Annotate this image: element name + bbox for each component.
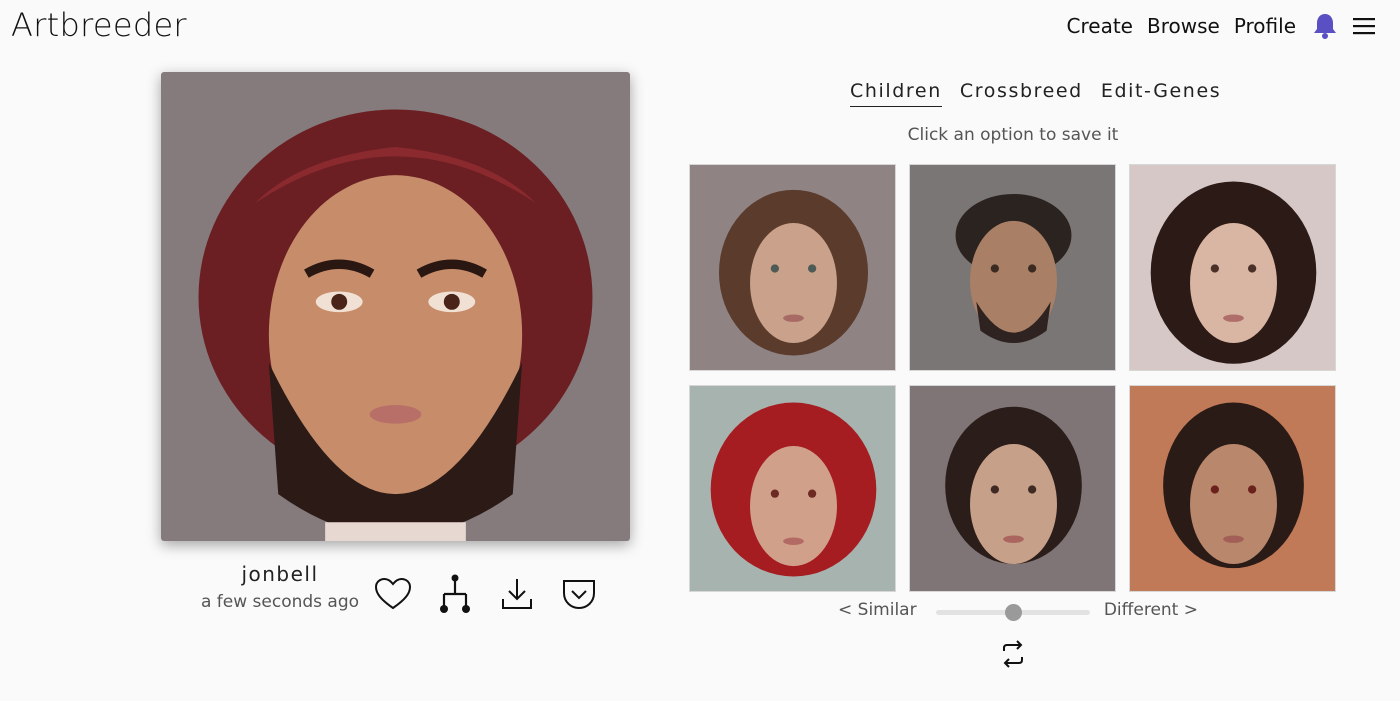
child-option-2[interactable] — [909, 164, 1116, 371]
child-option-5[interactable] — [909, 385, 1116, 592]
variation-slider[interactable] — [936, 604, 1090, 621]
nav-browse-link[interactable]: Browse — [1147, 14, 1220, 38]
child-option-3[interactable] — [1129, 164, 1336, 371]
bell-icon[interactable] — [1312, 12, 1338, 40]
child-option-6[interactable] — [1129, 385, 1336, 592]
top-nav: Create Browse Profile — [1067, 12, 1376, 40]
heart-icon[interactable] — [373, 574, 413, 614]
timestamp: a few seconds ago — [200, 592, 360, 612]
artbreeder-logo[interactable]: Artbreeder — [11, 6, 187, 44]
child-option-4[interactable] — [689, 385, 896, 592]
refresh-icon[interactable] — [999, 640, 1027, 668]
post-actions — [373, 574, 599, 614]
nav-create-link[interactable]: Create — [1067, 14, 1133, 38]
save-hint: Click an option to save it — [907, 125, 1119, 145]
breeding-tabs: Children Crossbreed Edit-Genes — [850, 80, 1221, 107]
tab-crossbreed[interactable]: Crossbreed — [960, 80, 1083, 107]
children-grid — [689, 164, 1336, 592]
different-label: Different > — [1103, 600, 1198, 620]
username[interactable]: jonbell — [195, 562, 365, 586]
main-portrait-image[interactable] — [161, 72, 630, 541]
family-tree-icon[interactable] — [435, 574, 475, 614]
tab-children[interactable]: Children — [850, 80, 942, 107]
variation-slider-handle[interactable] — [1005, 604, 1022, 621]
post-author: jonbell a few seconds ago — [195, 562, 365, 612]
nav-profile-link[interactable]: Profile — [1234, 14, 1296, 38]
child-option-1[interactable] — [689, 164, 896, 371]
download-icon[interactable] — [497, 574, 537, 614]
variation-slider-row: < Similar Different > — [838, 600, 1198, 624]
tab-edit-genes[interactable]: Edit-Genes — [1101, 80, 1221, 107]
similar-label: < Similar — [838, 600, 917, 620]
save-to-collection-icon[interactable] — [559, 574, 599, 614]
menu-icon[interactable] — [1352, 16, 1376, 36]
